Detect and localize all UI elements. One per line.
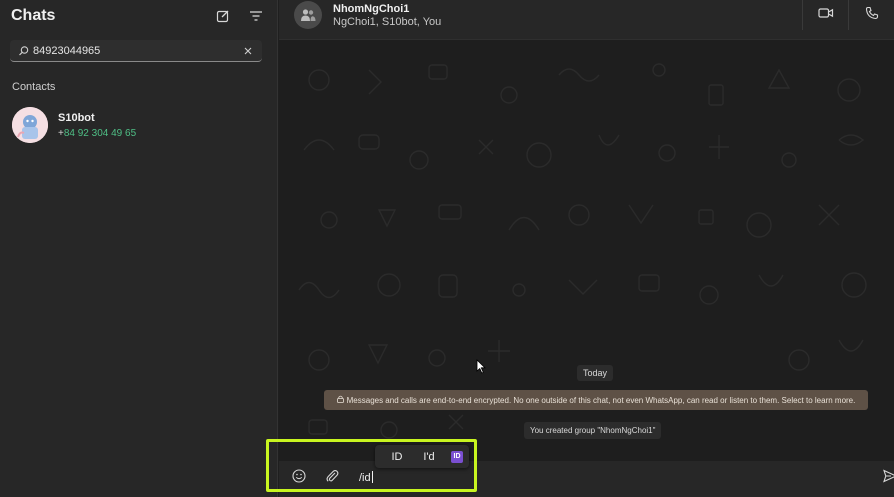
group-members: NgChoi1, S10bot, You	[333, 16, 442, 28]
lock-icon	[336, 395, 344, 405]
video-call-icon	[817, 6, 834, 24]
message-area: Today Messages and calls are end-to-end …	[279, 40, 894, 461]
avatar	[12, 107, 48, 143]
chat-sidebar: Chats Contacts S10bot +8	[0, 0, 278, 497]
voice-call-button[interactable]	[848, 0, 894, 30]
date-separator: Today	[577, 365, 614, 381]
encryption-notice[interactable]: Messages and calls are end-to-end encryp…	[324, 390, 868, 410]
suggestion-item[interactable]: I'd	[413, 451, 445, 463]
send-icon	[883, 468, 894, 488]
call-buttons	[802, 0, 894, 30]
search-icon	[18, 44, 30, 56]
paperclip-icon	[325, 469, 339, 488]
contact-name: S10bot	[58, 112, 95, 124]
system-message: You created group "NhomNgChoi1"	[524, 422, 662, 439]
compose-icon[interactable]	[214, 7, 232, 25]
emoji-icon	[292, 468, 306, 488]
contacts-section-label: Contacts	[12, 81, 56, 93]
message-input-text: /id	[359, 472, 371, 484]
phone-number: 84 92 304 49 65	[63, 128, 137, 139]
contact-phone: +84 92 304 49 65	[58, 128, 136, 139]
search-input[interactable]	[33, 42, 233, 60]
suggestion-item[interactable]: ID	[381, 451, 413, 463]
sidebar-title: Chats	[11, 7, 56, 24]
encryption-text: Messages and calls are end-to-end encryp…	[346, 395, 856, 405]
contact-item[interactable]: S10bot +84 92 304 49 65	[0, 104, 278, 148]
filter-icon[interactable]	[247, 7, 265, 25]
voice-call-icon	[865, 6, 879, 25]
message-input[interactable]: /id	[359, 471, 373, 484]
message-composer: /id	[279, 461, 894, 497]
autocomplete-suggestions: ID I'd ID	[375, 445, 469, 468]
mouse-cursor	[476, 359, 486, 374]
group-name: NhomNgChoi1	[333, 3, 410, 15]
chat-header[interactable]: NhomNgChoi1 NgChoi1, S10bot, You	[279, 0, 894, 40]
text-caret	[371, 471, 373, 483]
suggestion-badge[interactable]: ID	[451, 450, 463, 463]
search-field[interactable]	[10, 40, 262, 62]
send-button[interactable]	[882, 468, 894, 488]
group-avatar[interactable]	[294, 1, 322, 29]
emoji-button[interactable]	[291, 468, 307, 488]
attach-button[interactable]	[324, 469, 340, 488]
sidebar-header: Chats	[0, 0, 278, 34]
close-icon[interactable]	[242, 44, 254, 56]
video-call-button[interactable]	[802, 0, 848, 30]
